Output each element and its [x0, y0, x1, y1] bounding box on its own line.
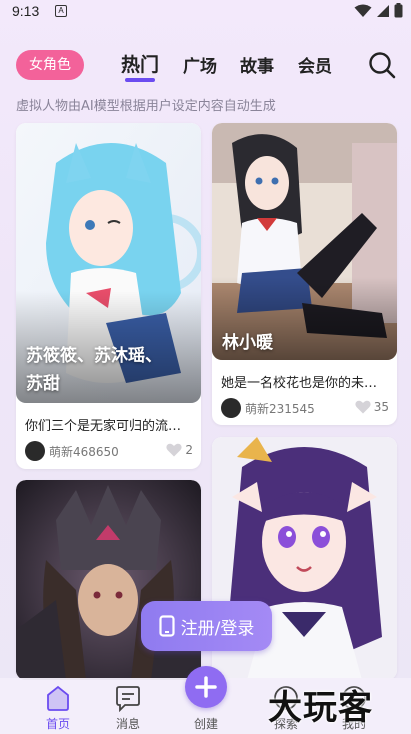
status-time: 9:13	[12, 3, 40, 19]
page-subtitle: 虚拟人物由AI模型根据用户设定内容自动生成	[16, 99, 276, 114]
card-meta: 萌新231545 35	[221, 398, 389, 418]
search-icon[interactable]	[367, 50, 397, 80]
nav-messages-label: 消息	[115, 717, 140, 731]
nav-create-label: 创建	[193, 717, 218, 731]
notification-icon: A	[55, 5, 67, 17]
character-name-line2: 苏甜	[26, 374, 60, 394]
create-plus-button[interactable]	[185, 666, 227, 708]
likes[interactable]: 35	[355, 400, 389, 414]
character-description: 她是一名校花也是你的未…	[221, 376, 378, 391]
heart-icon	[166, 443, 182, 457]
character-card[interactable]: 林小暖 她是一名校花也是你的未… 萌新231545 35	[212, 123, 397, 425]
tab-story[interactable]: 故事	[240, 52, 274, 77]
likes-count: 2	[185, 443, 193, 457]
author-name: 萌新231545	[245, 402, 315, 416]
character-name: 苏筱筱、苏沐瑶、	[26, 346, 162, 366]
tab-active-indicator	[125, 78, 155, 82]
heart-icon	[355, 400, 371, 414]
watermark-logo: 大玩客	[268, 688, 373, 728]
tab-square[interactable]: 广场	[183, 52, 217, 77]
signal-icon	[377, 4, 389, 17]
nav-home[interactable]: 首页	[28, 678, 88, 734]
register-login-label: 注册/登录	[180, 618, 255, 639]
author-avatar	[25, 441, 45, 461]
card-meta: 萌新468650 2	[25, 441, 193, 461]
status-bar: 9:13 A	[0, 0, 411, 26]
wifi-icon	[354, 4, 372, 17]
plus-icon	[195, 676, 217, 698]
character-image	[212, 123, 397, 360]
tab-vip[interactable]: 会员	[298, 52, 332, 77]
author-name: 萌新468650	[49, 445, 119, 459]
likes-count: 35	[373, 400, 389, 414]
nav-home-label: 首页	[45, 717, 70, 731]
character-description: 你们三个是无家可归的流…	[25, 419, 182, 434]
phone-icon	[159, 615, 175, 637]
battery-icon	[394, 3, 403, 18]
character-card[interactable]: 苏筱筱、苏沐瑶、 苏甜 你们三个是无家可归的流… 萌新468650 2	[16, 123, 201, 469]
female-role-filter[interactable]: 女角色	[16, 50, 84, 80]
character-name: 林小暖	[222, 333, 273, 353]
status-icons	[354, 3, 403, 18]
author-avatar	[221, 398, 241, 418]
nav-messages[interactable]: 消息	[98, 678, 158, 734]
register-login-button[interactable]: 注册/登录	[141, 601, 272, 651]
top-nav: 女角色 热门 广场 故事 会员	[0, 44, 411, 88]
home-icon	[47, 685, 69, 711]
likes[interactable]: 2	[166, 443, 193, 457]
tab-hot[interactable]: 热门	[121, 50, 159, 77]
message-icon	[116, 686, 140, 712]
